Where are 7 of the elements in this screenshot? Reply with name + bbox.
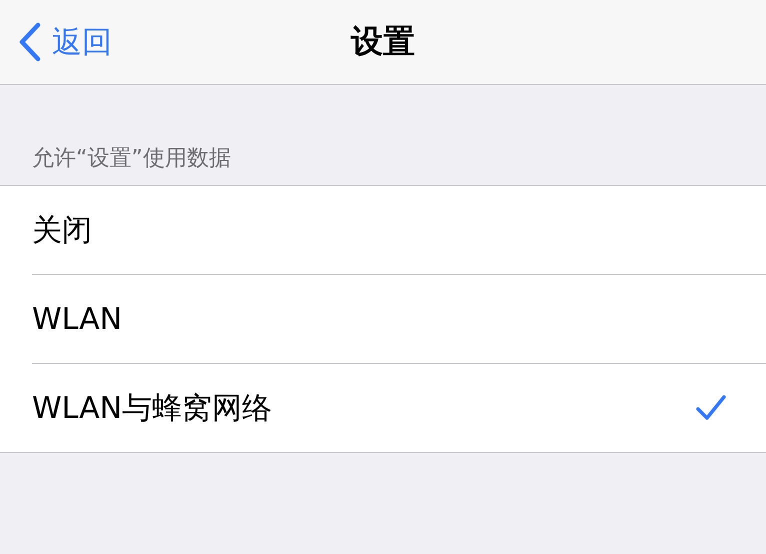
section-header: 允许“设置”使用数据: [31, 145, 232, 173]
screen-title: 设置: [351, 21, 415, 62]
option-row[interactable]: 关闭: [32, 186, 766, 275]
option-row[interactable]: WLAN与蜂窝网络: [32, 364, 766, 452]
option-row[interactable]: WLAN: [32, 275, 766, 364]
back-button[interactable]: 返回: [0, 17, 112, 67]
chevron-left-icon: [18, 22, 42, 62]
